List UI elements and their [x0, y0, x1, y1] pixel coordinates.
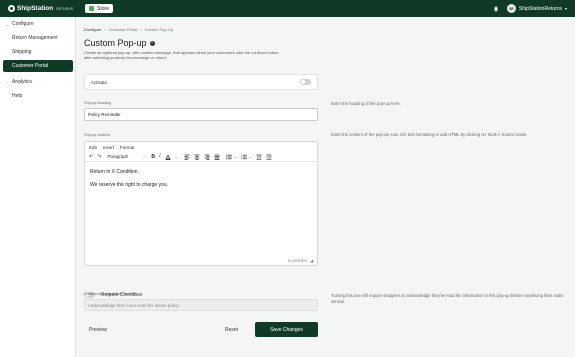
- chevron-down-icon[interactable]: ▾: [565, 6, 567, 11]
- sidebar-item-label: Return Management: [12, 35, 58, 41]
- reset-button[interactable]: Reset: [225, 327, 238, 333]
- sidebar-item-help[interactable]: Help: [3, 91, 73, 101]
- page-title: Custom Pop-up: [84, 38, 147, 48]
- chevron-down-icon[interactable]: ⌄: [234, 155, 237, 159]
- redo-icon[interactable]: ↷: [97, 154, 101, 160]
- italic-icon[interactable]: I: [159, 154, 161, 159]
- chevron-down-icon[interactable]: ⌄: [249, 155, 252, 159]
- sidebar: ⌄ Configure Return Management Shipping C…: [0, 17, 76, 357]
- editor-menubar: Edit Insert Format: [85, 142, 317, 152]
- bold-icon[interactable]: B: [151, 154, 155, 160]
- brand-name: ShipStation: [17, 5, 54, 12]
- editor-paragraph: Return in X Condition.: [90, 169, 139, 175]
- word-count: 11 WORDS ◢: [287, 258, 313, 263]
- popup-content-hint: Enter the content of the pop-up. Use ric…: [331, 132, 528, 137]
- sidebar-item-label: Shipping: [12, 49, 32, 55]
- chevron-right-icon: ›: [140, 27, 142, 32]
- popup-heading-hint: Enter the heading of the pop-up here.: [331, 101, 401, 106]
- numbered-list-icon[interactable]: [240, 154, 247, 160]
- sidebar-item-label: Analytics: [12, 79, 33, 85]
- brand-subtitle: RETURNS: [56, 6, 74, 11]
- sidebar-item-customer-portal[interactable]: Customer Portal: [3, 60, 73, 72]
- highlight-color-icon[interactable]: [165, 153, 171, 160]
- breadcrumb-item[interactable]: Customer Portal: [109, 27, 138, 32]
- store-button[interactable]: Store: [85, 4, 113, 13]
- resize-handle-icon[interactable]: ◢: [310, 259, 313, 263]
- sidebar-item-shipping[interactable]: Shipping: [3, 47, 73, 57]
- preview-button[interactable]: Preview: [89, 327, 107, 333]
- confirmation-content-label: Additional confirmation content: [84, 292, 136, 296]
- page-description: Create an optional pop-up, with custom m…: [84, 50, 279, 60]
- chevron-down-icon: ⌄: [142, 154, 146, 159]
- block-format-value: Paragraph: [107, 154, 129, 159]
- brand-logo[interactable]: ShipStation RETURNS: [8, 5, 73, 12]
- outdent-icon[interactable]: [256, 154, 262, 160]
- page-title-row: Custom Pop-up ?: [84, 38, 155, 48]
- block-format-select[interactable]: Paragraph ⌄: [107, 154, 145, 159]
- activate-toggle[interactable]: [300, 79, 311, 85]
- avatar[interactable]: SR: [506, 4, 516, 13]
- help-icon[interactable]: ?: [149, 40, 155, 46]
- shipstation-logo-icon: [8, 5, 15, 12]
- bell-icon[interactable]: [493, 6, 499, 12]
- chevron-right-icon: ›: [104, 27, 106, 32]
- sidebar-item-return-management[interactable]: Return Management: [3, 33, 73, 43]
- word-count-text: 11 WORDS: [287, 259, 308, 263]
- popup-heading-input[interactable]: Policy Reminder: [84, 108, 318, 121]
- breadcrumb: Configure › Customer Portal › Custom Pop…: [84, 27, 173, 32]
- popup-heading-label: Pop-up heading: [84, 101, 111, 105]
- main-content: Configure › Customer Portal › Custom Pop…: [76, 17, 575, 357]
- shopping-bag-icon: [89, 6, 95, 11]
- breadcrumb-item: Custom Pop-Up: [144, 27, 174, 32]
- rich-text-editor: Edit Insert Format ↶ ↷ Paragraph ⌄ B I ⌄: [84, 141, 318, 266]
- sidebar-item-analytics[interactable]: › Analytics: [3, 77, 73, 87]
- top-bar: ShipStation RETURNS Store SR ShipStation…: [0, 0, 575, 17]
- sidebar-item-label: Configure: [12, 21, 34, 27]
- sidebar-item-label: Help: [12, 93, 23, 99]
- popup-content-label: Pop-up content: [84, 133, 110, 137]
- align-right-icon[interactable]: [204, 154, 210, 160]
- align-center-icon[interactable]: [194, 154, 200, 160]
- align-left-icon[interactable]: [184, 154, 190, 160]
- activate-card: Activate: [84, 74, 318, 90]
- editor-paragraph: We reserve the right to charge you.: [90, 182, 169, 188]
- undo-icon[interactable]: ↶: [89, 154, 93, 160]
- menu-edit[interactable]: Edit: [89, 145, 97, 150]
- require-checkbox-hint: Turning this one will require shoppers t…: [331, 293, 564, 304]
- confirmation-content-input[interactable]: I acknowledge that I have read the above…: [84, 299, 318, 311]
- chevron-down-icon[interactable]: ⌄: [175, 155, 178, 159]
- menu-format[interactable]: Format: [120, 145, 134, 150]
- bullet-list-icon[interactable]: [225, 154, 232, 160]
- sidebar-item-label: Customer Portal: [12, 63, 49, 69]
- align-justify-icon[interactable]: [214, 154, 220, 160]
- indent-icon[interactable]: [266, 154, 272, 160]
- editor-content-area[interactable]: Return in X Condition. We reserve the ri…: [90, 169, 168, 195]
- activate-label: Activate: [91, 79, 108, 85]
- save-changes-button[interactable]: Save Changes: [255, 322, 318, 337]
- store-button-label: Store: [97, 5, 109, 12]
- breadcrumb-item[interactable]: Configure: [84, 27, 101, 32]
- menu-insert[interactable]: Insert: [103, 145, 114, 150]
- sidebar-item-configure[interactable]: ⌄ Configure: [3, 19, 73, 29]
- editor-toolbar: ↶ ↷ Paragraph ⌄ B I ⌄ ⌄ ⌄: [85, 152, 317, 162]
- account-name[interactable]: ShipStationReturns: [519, 6, 562, 12]
